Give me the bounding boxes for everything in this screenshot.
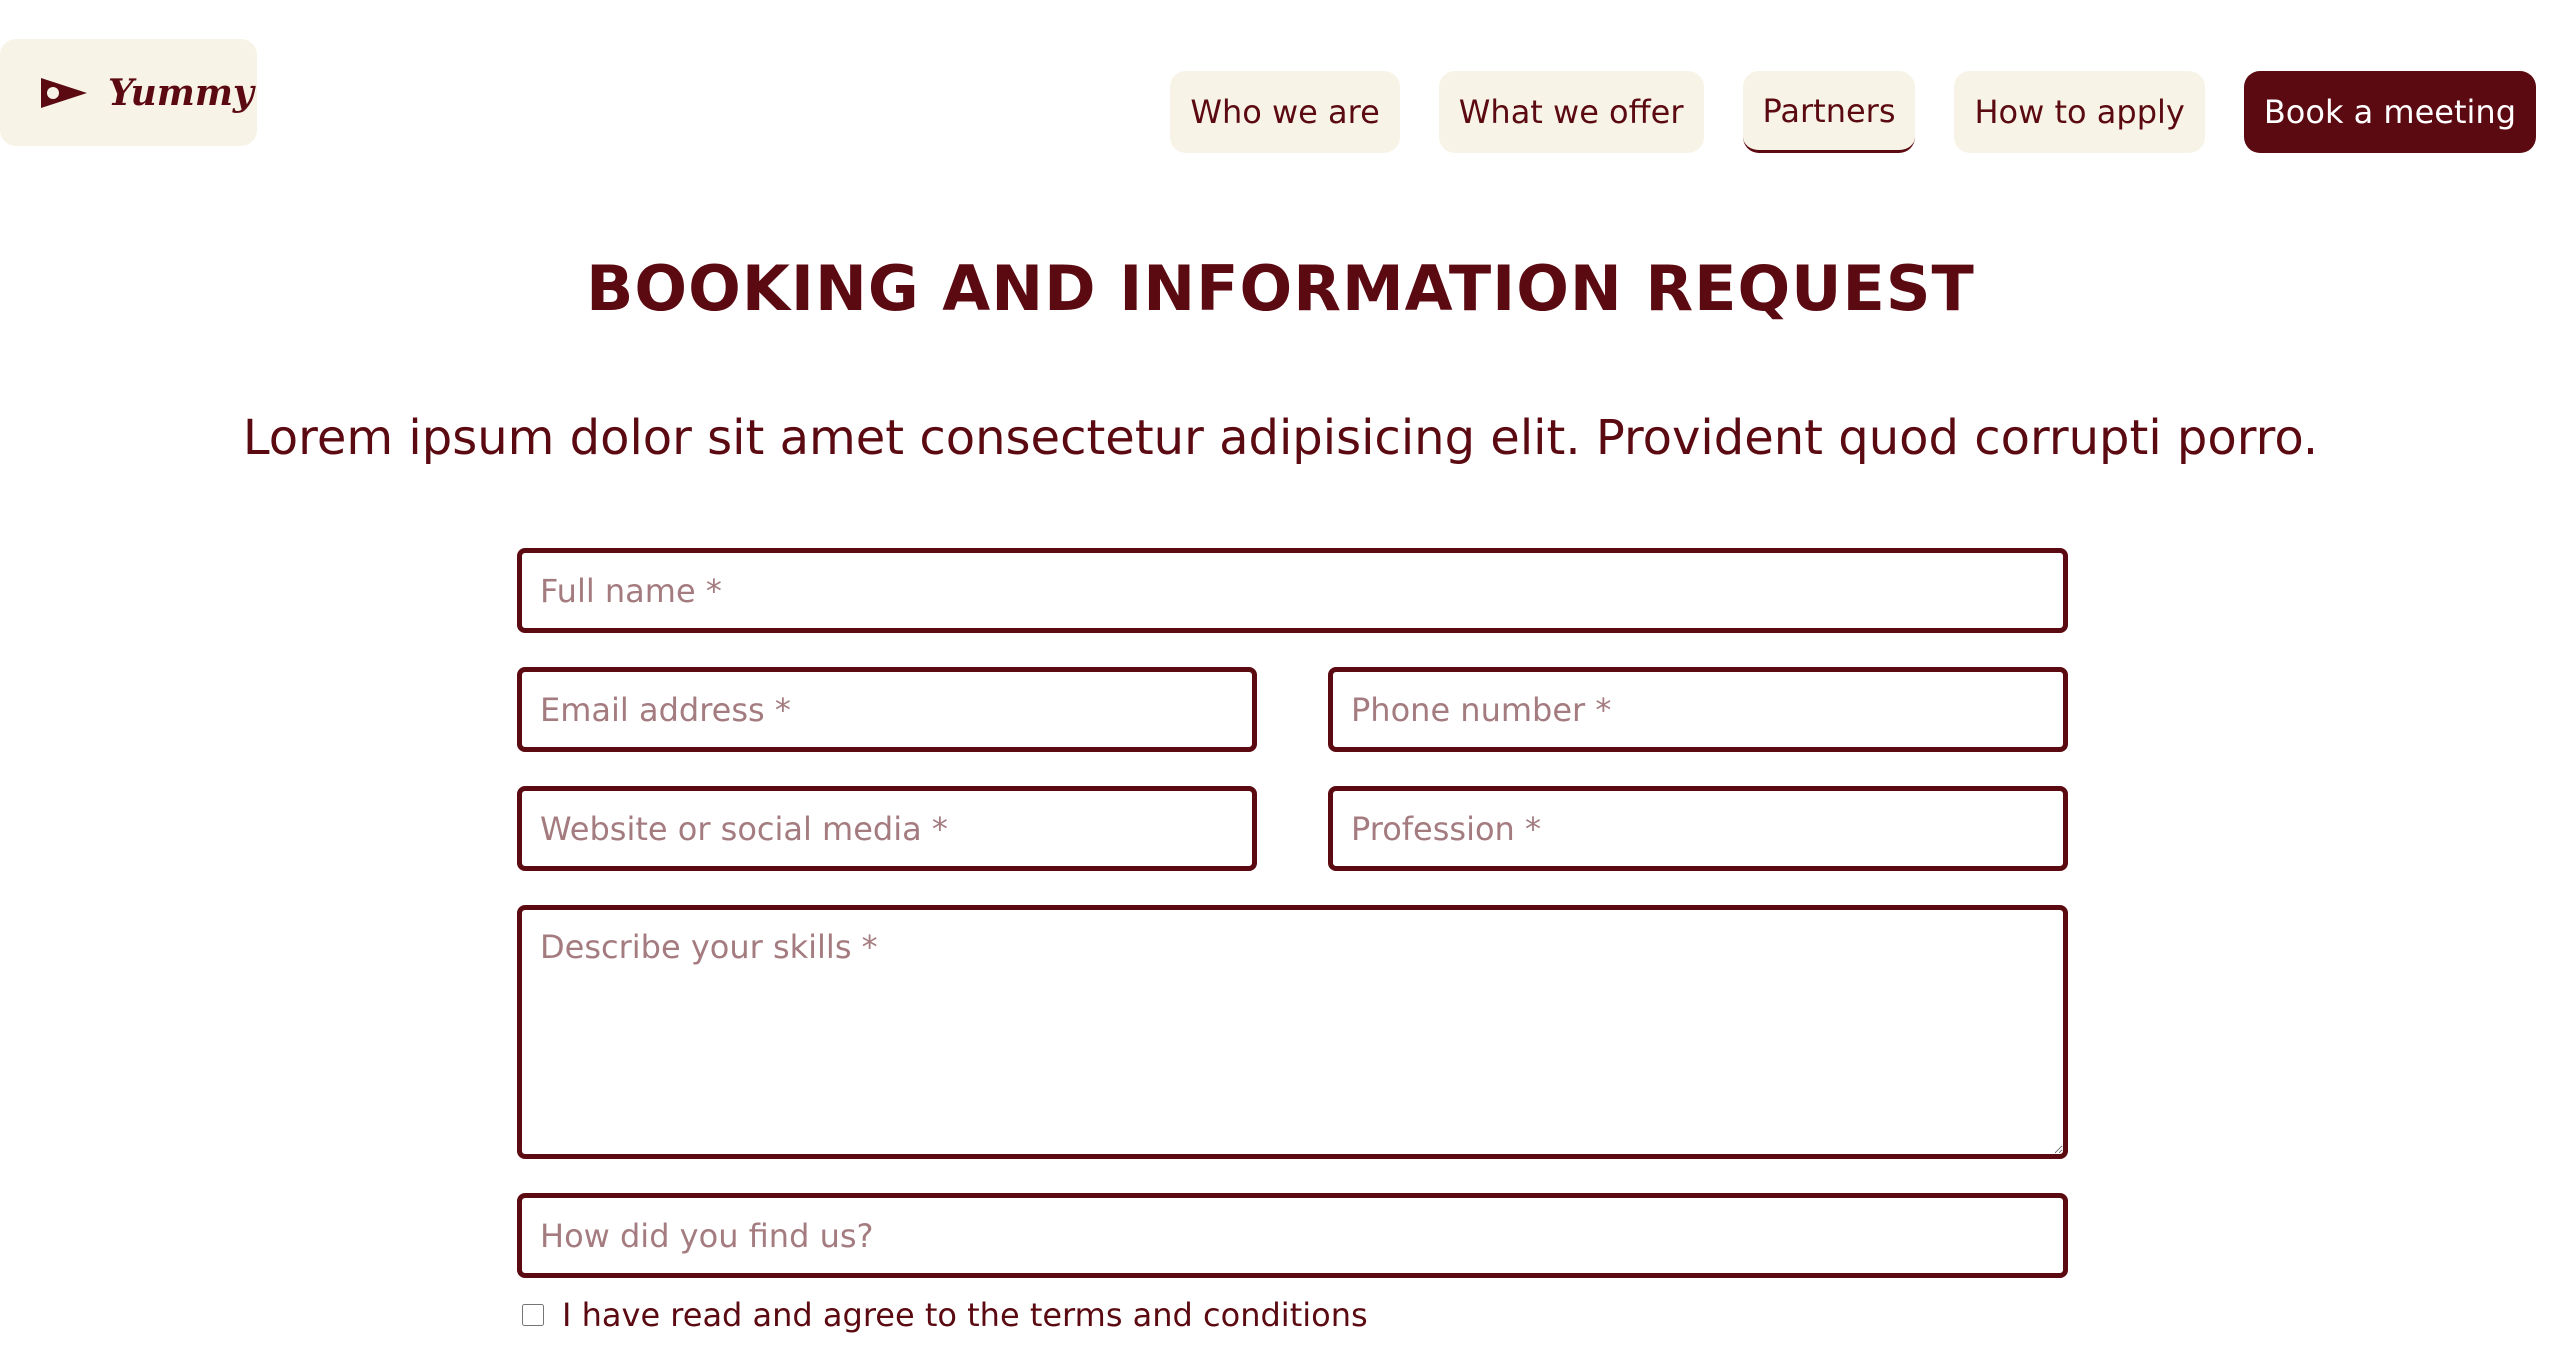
- referral-field[interactable]: [517, 1193, 2068, 1278]
- nav-who-we-are[interactable]: Who we are: [1170, 71, 1400, 153]
- flag-play-icon: [41, 77, 87, 108]
- page: Yummy Who we are What we offer Partners …: [0, 0, 2561, 1360]
- terms-label: I have read and agree to the terms and c…: [562, 1296, 1368, 1334]
- email-field[interactable]: [517, 667, 1257, 752]
- profession-field[interactable]: [1328, 786, 2068, 871]
- phone-field[interactable]: [1328, 667, 2068, 752]
- nav-what-we-offer[interactable]: What we offer: [1438, 71, 1704, 153]
- nav-how-to-apply[interactable]: How to apply: [1954, 71, 2205, 153]
- terms-checkbox[interactable]: [522, 1304, 544, 1326]
- full-name-field[interactable]: [517, 548, 2068, 633]
- page-subtitle: Lorem ipsum dolor sit amet consectetur a…: [242, 410, 2319, 466]
- book-meeting-button[interactable]: Book a meeting: [2243, 71, 2536, 153]
- terms-row[interactable]: I have read and agree to the terms and c…: [522, 1296, 1368, 1334]
- main-nav: Who we are What we offer Partners How to…: [1170, 71, 2536, 153]
- logo-link[interactable]: Yummy: [0, 39, 257, 146]
- brand-name: Yummy: [108, 71, 254, 114]
- website-field[interactable]: [517, 786, 1257, 871]
- page-title: BOOKING AND INFORMATION REQUEST: [586, 252, 1975, 325]
- nav-partners[interactable]: Partners: [1742, 71, 1916, 153]
- skills-textarea[interactable]: [517, 905, 2068, 1159]
